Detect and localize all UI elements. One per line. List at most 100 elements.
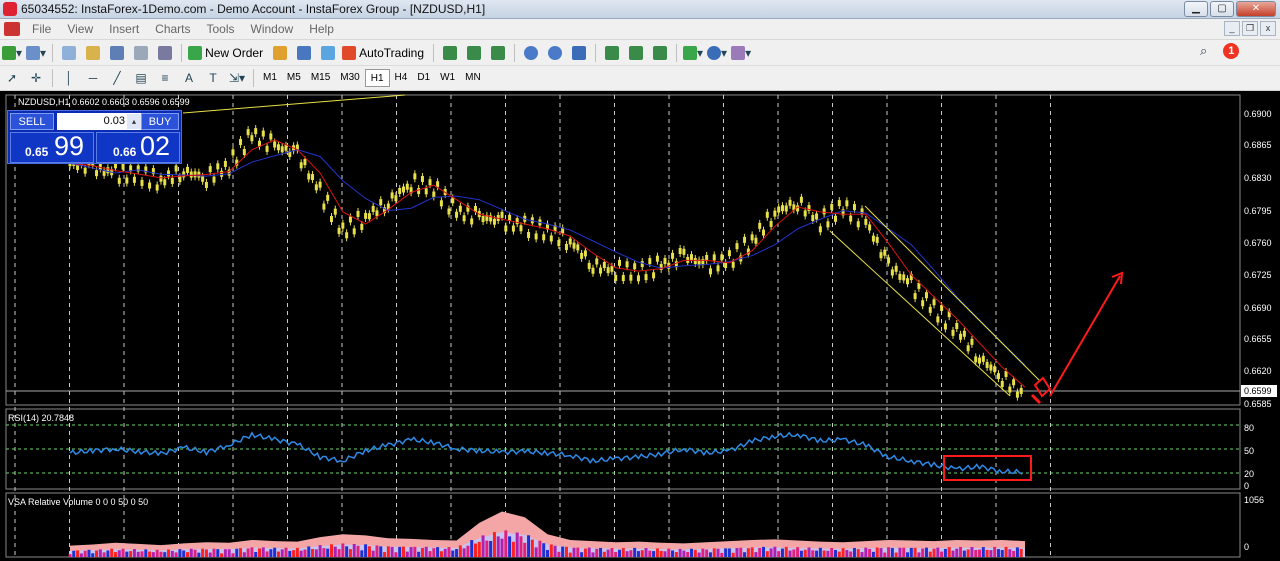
volume-bar — [83, 550, 87, 557]
vertical-line-icon: │ — [65, 71, 73, 85]
close-button[interactable]: ✕ — [1236, 1, 1276, 17]
mdi-restore-button[interactable]: ❐ — [1242, 21, 1258, 36]
sell-button[interactable]: SELL — [10, 113, 54, 130]
horizontal-line-button[interactable]: ─ — [83, 68, 103, 88]
volume-bar — [610, 548, 614, 557]
tf-h4[interactable]: H4 — [390, 69, 413, 87]
channel-button[interactable]: ▤ — [131, 68, 151, 88]
new-order-button[interactable]: New Order — [188, 43, 266, 63]
market-watch-button[interactable] — [59, 43, 79, 63]
line-chart-button[interactable] — [488, 43, 508, 63]
candle-body — [671, 252, 675, 259]
search-icon[interactable]: ⌕ — [1200, 43, 1207, 59]
candle-body — [458, 205, 462, 212]
volume-bar — [178, 549, 182, 557]
new-chart-button[interactable]: ▾ — [2, 43, 22, 63]
tile-windows-button[interactable] — [569, 43, 589, 63]
arrows-button[interactable]: ⇲▾ — [227, 68, 247, 88]
volume-bar — [909, 547, 913, 557]
candle-body — [246, 129, 250, 136]
volume-bar — [1015, 547, 1019, 557]
templates-button[interactable]: ▾ — [731, 43, 751, 63]
tf-mn[interactable]: MN — [460, 69, 486, 87]
candle-body — [1000, 380, 1004, 387]
indicators-button[interactable]: ▾ — [683, 43, 703, 63]
ask-quote[interactable]: 0.66 02 — [96, 131, 180, 163]
volume-bar — [667, 548, 671, 557]
text-label-button[interactable]: T — [203, 68, 223, 88]
trendline-button[interactable]: ╱ — [107, 68, 127, 88]
auto-scroll-button[interactable] — [626, 43, 646, 63]
bar-chart-button[interactable] — [440, 43, 460, 63]
menu-window[interactable]: Window — [243, 22, 302, 36]
tf-m5[interactable]: M5 — [282, 69, 306, 87]
autotrading-button[interactable]: AutoTrading — [342, 43, 427, 63]
lot-increase-icon[interactable]: ▴ — [127, 114, 141, 129]
signals-button[interactable] — [318, 43, 338, 63]
profiles-icon — [26, 45, 41, 60]
metaeditor-button[interactable] — [270, 43, 290, 63]
period-separator-button[interactable] — [650, 43, 670, 63]
data-window-button[interactable] — [83, 43, 103, 63]
zoom-out-button[interactable] — [545, 43, 565, 63]
candle-body — [223, 160, 227, 167]
candle-body — [231, 149, 235, 156]
menu-file[interactable]: File — [24, 22, 59, 36]
notification-badge[interactable]: 1 — [1223, 43, 1240, 59]
volume-bar — [852, 547, 856, 557]
tf-m30[interactable]: M30 — [335, 69, 364, 87]
navigator-button[interactable] — [107, 43, 127, 63]
volume-bar — [583, 548, 587, 557]
volume-bar — [443, 548, 447, 557]
candle-body — [720, 254, 724, 261]
tf-h1[interactable]: H1 — [364, 69, 390, 87]
menu-charts[interactable]: Charts — [147, 22, 198, 36]
profiles-button[interactable]: ▾ — [26, 43, 46, 63]
volume-bar — [125, 551, 129, 557]
terminal-button[interactable] — [131, 43, 151, 63]
chart-canvas[interactable] — [0, 91, 1280, 561]
menu-help[interactable]: Help — [301, 22, 342, 36]
mdi-close-button[interactable]: x — [1260, 21, 1276, 36]
candle-body — [943, 323, 947, 330]
vertical-line-button[interactable]: │ — [59, 68, 79, 88]
zoom-in-button[interactable] — [521, 43, 541, 63]
tf-m1[interactable]: M1 — [258, 69, 282, 87]
candle-body — [276, 144, 280, 151]
candle-body — [826, 221, 830, 228]
chart-window[interactable]: NZDUSD,H1 0.6602 0.6603 0.6596 0.6599 RS… — [0, 91, 1280, 561]
crosshair-button[interactable]: ✛ — [26, 68, 46, 88]
bid-quote[interactable]: 0.65 99 — [10, 131, 94, 163]
mdi-minimize-button[interactable]: _ — [1224, 21, 1240, 36]
menu-insert[interactable]: Insert — [101, 22, 147, 36]
price-level: 0.6620 — [1244, 366, 1272, 376]
buy-button[interactable]: BUY — [141, 113, 179, 130]
price-level: 0.6585 — [1244, 399, 1272, 409]
experts-button[interactable] — [294, 43, 314, 63]
cursor-button[interactable]: ➚ — [2, 68, 22, 88]
tf-w1[interactable]: W1 — [435, 69, 460, 87]
candle-body — [852, 204, 856, 211]
volume-bar — [822, 550, 826, 557]
volume-bar — [644, 548, 648, 557]
candle-body — [788, 199, 792, 206]
text-button[interactable]: A — [179, 68, 199, 88]
periods-button[interactable]: ▾ — [707, 43, 727, 63]
main-toolbar: ▾ ▾ New Order AutoTrading ▾ ▾ ▾ — [0, 40, 1280, 66]
menu-view[interactable]: View — [59, 22, 101, 36]
tf-d1[interactable]: D1 — [412, 69, 435, 87]
rsi-level: 80 — [1244, 423, 1255, 433]
volume-bar — [720, 552, 724, 557]
current-price-label: 0.6599 — [1241, 385, 1277, 397]
volume-bar — [553, 545, 557, 557]
strategy-tester-button[interactable] — [155, 43, 175, 63]
menu-tools[interactable]: Tools — [199, 22, 243, 36]
navigator-icon — [110, 45, 125, 60]
tf-m15[interactable]: M15 — [306, 69, 335, 87]
fibonacci-button[interactable]: ≡ — [155, 68, 175, 88]
candle-body — [265, 145, 269, 152]
chart-shift-button[interactable] — [602, 43, 622, 63]
candlestick-button[interactable] — [464, 43, 484, 63]
maximize-button[interactable]: ▢ — [1210, 1, 1234, 17]
minimize-button[interactable]: ▁ — [1184, 1, 1208, 17]
